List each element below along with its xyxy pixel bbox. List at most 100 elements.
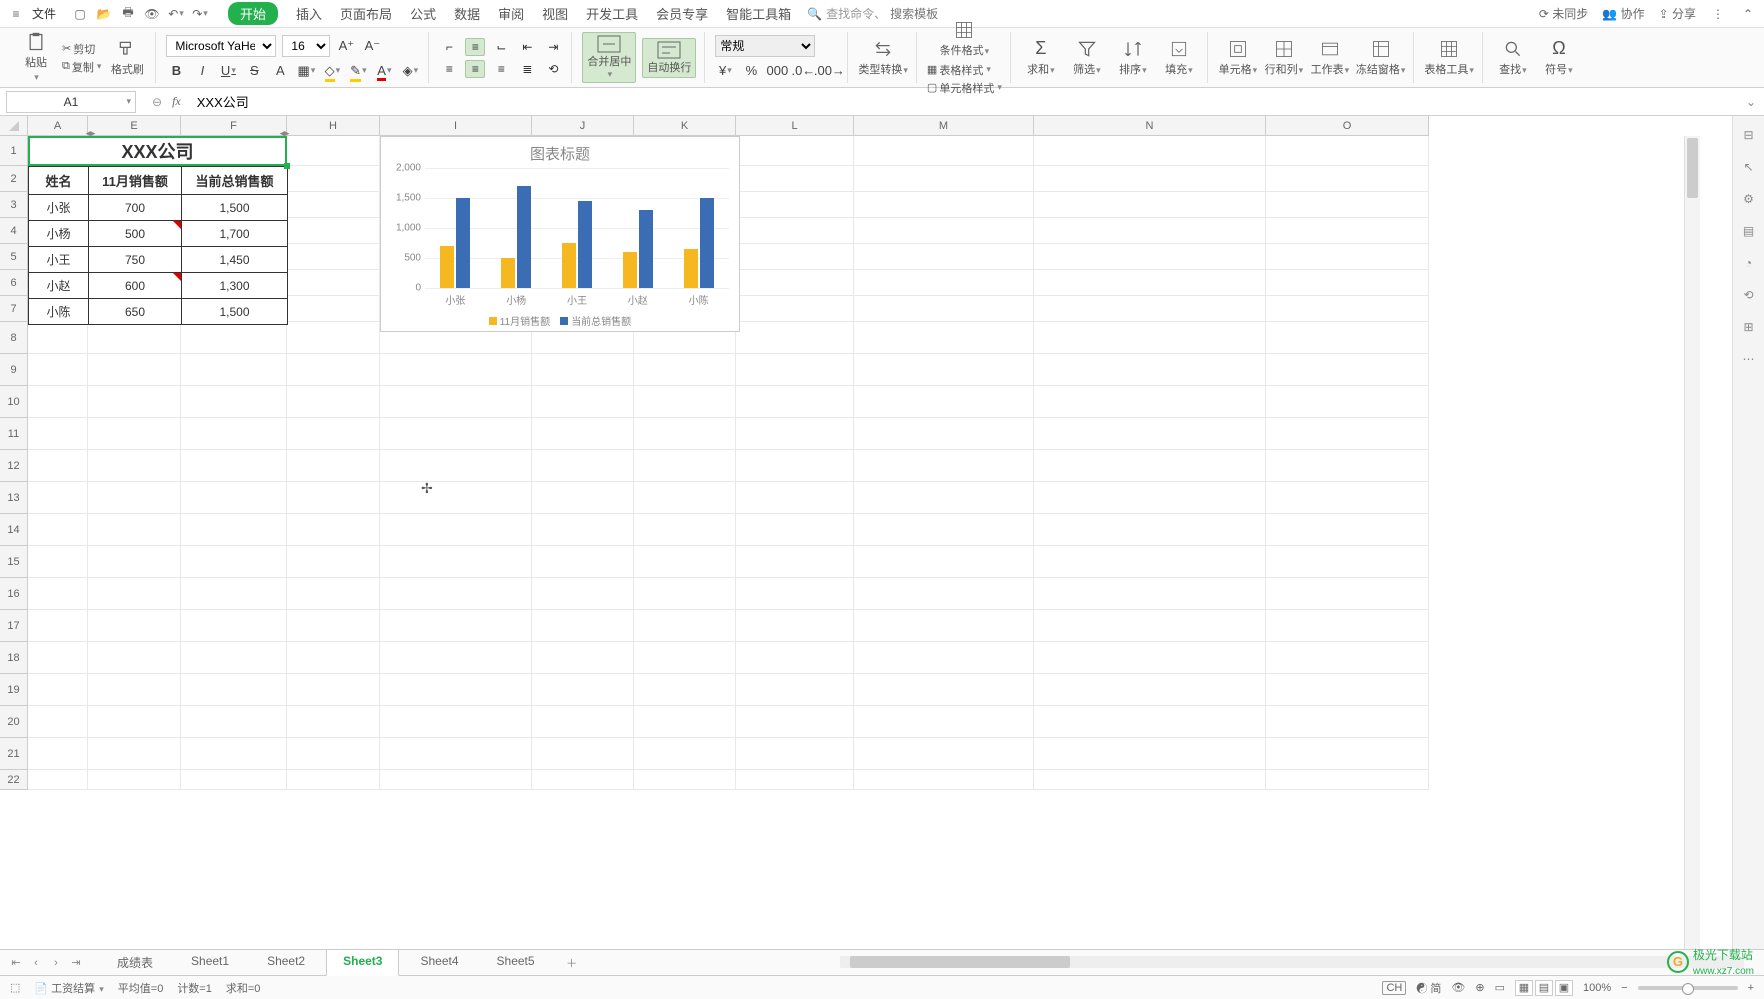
row-header-16[interactable]: 16 (0, 578, 28, 610)
ribbon-tab-2[interactable]: 页面布局 (340, 2, 392, 25)
share-button[interactable]: ⇪ 分享 (1659, 5, 1696, 22)
col-header-H[interactable]: H (287, 116, 380, 136)
row-header-11[interactable]: 11 (0, 418, 28, 450)
new-icon[interactable]: ▢ (72, 6, 88, 22)
currency-icon[interactable]: ¥▾ (715, 61, 735, 81)
wrap-text-button[interactable]: 自动换行 (642, 38, 696, 78)
ribbon-tab-7[interactable]: 开发工具 (586, 2, 638, 25)
row-header-7[interactable]: 7 (0, 296, 28, 322)
row-col-button[interactable]: 行和列▾ (1264, 39, 1304, 77)
side-style-icon[interactable]: ▤ (1740, 222, 1758, 240)
border-button[interactable]: ▦▾ (296, 61, 316, 81)
vertical-scrollbar[interactable] (1684, 136, 1700, 949)
tab-next-icon[interactable]: › (48, 955, 64, 971)
cell-mode-icon[interactable]: ▭ (1495, 981, 1505, 994)
clear-format-button[interactable]: ◈▾ (400, 61, 420, 81)
find-button[interactable]: 查找▾ (1493, 39, 1533, 77)
font-name-select[interactable]: Microsoft YaHei (166, 35, 276, 57)
merge-center-button[interactable]: 合并居中▾ (582, 32, 636, 83)
col-header-F[interactable]: F (181, 116, 287, 136)
collab-button[interactable]: 👥 协作 (1602, 5, 1644, 22)
font-size-select[interactable]: 16 (282, 35, 330, 57)
filter-button[interactable]: 筛选▾ (1067, 39, 1107, 77)
sort-button[interactable]: 排序▾ (1113, 39, 1153, 77)
row-header-18[interactable]: 18 (0, 642, 28, 674)
side-layout-icon[interactable]: ⊞ (1740, 318, 1758, 336)
decrease-font-icon[interactable]: A⁻ (362, 36, 382, 56)
row-header-6[interactable]: 6 (0, 270, 28, 296)
col-header-K[interactable]: K (634, 116, 736, 136)
align-right-icon[interactable]: ≡ (491, 60, 511, 78)
sheet-tab-Sheet5[interactable]: Sheet5 (480, 949, 552, 976)
col-header-E[interactable]: E (88, 116, 181, 136)
typography-button[interactable]: A (270, 61, 290, 81)
cancel-formula-icon[interactable]: ⊖ (152, 95, 162, 109)
col-header-O[interactable]: O (1266, 116, 1429, 136)
ribbon-tab-4[interactable]: 数据 (454, 2, 480, 25)
side-settings-icon[interactable]: ⚙ (1740, 190, 1758, 208)
col-header-N[interactable]: N (1034, 116, 1266, 136)
select-tool-icon[interactable]: ↖ (1740, 158, 1758, 176)
sheet-tab-Sheet4[interactable]: Sheet4 (403, 949, 475, 976)
table-tools-button[interactable]: 表格工具▾ (1424, 39, 1474, 77)
open-icon[interactable]: 📂 (96, 6, 112, 22)
hamburger-icon[interactable]: ≡ (8, 6, 24, 22)
tab-last-icon[interactable]: ⇥ (68, 955, 84, 971)
thousands-icon[interactable]: 000 (767, 61, 787, 81)
horizontal-scrollbar[interactable] (840, 956, 1744, 968)
highlight-button[interactable]: ✎▾ (348, 61, 368, 81)
fx-icon[interactable]: fx (172, 94, 181, 109)
row-header-13[interactable]: 13 (0, 482, 28, 514)
ribbon-tab-1[interactable]: 插入 (296, 2, 322, 25)
sheet-tab-Sheet1[interactable]: Sheet1 (174, 949, 246, 976)
worksheet-button[interactable]: 工作表▾ (1310, 39, 1350, 77)
preview-icon[interactable]: 👁 (144, 6, 160, 22)
eye-icon[interactable]: 👁 (1451, 981, 1465, 994)
align-left-icon[interactable]: ≡ (439, 60, 459, 78)
redo-icon[interactable]: ↷▾ (192, 6, 208, 22)
more-icon[interactable]: ⋮ (1710, 6, 1726, 22)
freeze-panes-button[interactable]: 冻结窗格▾ (1356, 39, 1406, 77)
zoom-value[interactable]: 100% (1583, 982, 1611, 994)
row-header-2[interactable]: 2 (0, 166, 28, 192)
embedded-chart[interactable]: 图表标题 05001,0001,5002,000 小张小杨小王小赵小陈 11月销… (380, 136, 740, 332)
conditional-format-button[interactable]: 条件格式▾ (927, 20, 1002, 58)
row-header-12[interactable]: 12 (0, 450, 28, 482)
side-backup-icon[interactable]: ⟲ (1740, 286, 1758, 304)
zoom-slider[interactable] (1638, 986, 1738, 990)
print-icon[interactable]: 🖶 (120, 6, 136, 22)
row-header-5[interactable]: 5 (0, 244, 28, 270)
fill-color-button[interactable]: ◇▾ (322, 61, 342, 81)
row-header-21[interactable]: 21 (0, 738, 28, 770)
col-header-A[interactable]: A (28, 116, 88, 136)
sum-button[interactable]: Σ求和▾ (1021, 38, 1061, 77)
ribbon-tab-8[interactable]: 会员专享 (656, 2, 708, 25)
selection-handle[interactable] (284, 163, 290, 169)
sheet-tab-Sheet3[interactable]: Sheet3 (326, 949, 399, 976)
side-collapse-icon[interactable]: ⊟ (1740, 126, 1758, 144)
indent-decrease-icon[interactable]: ⇤ (517, 38, 537, 56)
ribbon-tab-0[interactable]: 开始 (228, 2, 278, 25)
align-top-icon[interactable]: ⌐ (439, 38, 459, 56)
row-header-15[interactable]: 15 (0, 546, 28, 578)
underline-button[interactable]: U▾ (218, 61, 238, 81)
row-header-10[interactable]: 10 (0, 386, 28, 418)
type-convert-button[interactable]: 类型转换▾ (858, 39, 908, 77)
table-style-button[interactable]: ▦ 表格样式▾ (927, 62, 1002, 78)
strike-button[interactable]: S (244, 61, 264, 81)
zoom-out-icon[interactable]: − (1621, 982, 1627, 994)
zoom-in-icon[interactable]: + (1748, 982, 1754, 994)
row-header-4[interactable]: 4 (0, 218, 28, 244)
collapse-ribbon-icon[interactable]: ⌃ (1740, 6, 1756, 22)
menu-file[interactable]: 文件 (28, 5, 60, 22)
spreadsheet-grid[interactable]: AEFHIJKLMNO 1234567891011121314151617181… (0, 116, 1732, 949)
formula-input[interactable] (191, 94, 1738, 109)
row-header-22[interactable]: 22 (0, 770, 28, 790)
merged-title-cell[interactable]: XXX公司 ◂▸ ◂▸ (28, 136, 287, 166)
ime-mode[interactable]: ☯ 简 (1416, 980, 1441, 996)
increase-decimal-icon[interactable]: .00→ (819, 61, 839, 81)
row-header-20[interactable]: 20 (0, 706, 28, 738)
tab-prev-icon[interactable]: ‹ (28, 955, 44, 971)
ime-badge[interactable]: CH (1382, 981, 1406, 995)
font-color-button[interactable]: A▾ (374, 61, 394, 81)
